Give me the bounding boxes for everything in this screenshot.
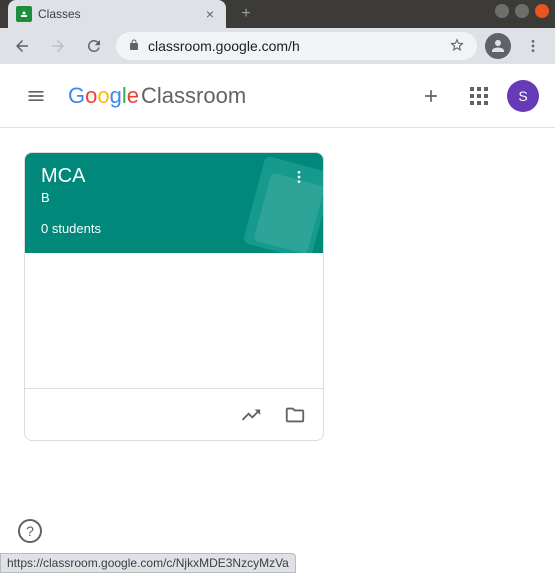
- close-tab-icon[interactable]: ×: [202, 6, 218, 22]
- browser-titlebar: Classes × +: [0, 0, 555, 28]
- help-button[interactable]: ?: [18, 519, 42, 543]
- folder-button[interactable]: [275, 395, 315, 435]
- tab-title: Classes: [38, 7, 196, 21]
- bookmark-star-icon[interactable]: [449, 37, 465, 56]
- card-more-button[interactable]: [283, 161, 315, 193]
- browser-toolbar: classroom.google.com/h: [0, 28, 555, 64]
- google-classroom-logo[interactable]: Google Classroom: [68, 83, 246, 109]
- page-content: Google Classroom S: [0, 64, 555, 573]
- main-menu-button[interactable]: [16, 76, 56, 116]
- card-header[interactable]: MCA B 0 students: [25, 153, 323, 253]
- address-bar[interactable]: classroom.google.com/h: [116, 32, 477, 60]
- maximize-button[interactable]: [515, 4, 529, 18]
- close-window-button[interactable]: [535, 4, 549, 18]
- browser-tab[interactable]: Classes ×: [8, 0, 226, 28]
- create-join-button[interactable]: [411, 76, 451, 116]
- apps-grid-icon: [470, 87, 488, 105]
- class-students-count: 0 students: [41, 221, 307, 236]
- minimize-button[interactable]: [495, 4, 509, 18]
- chrome-profile-button[interactable]: [485, 33, 511, 59]
- google-apps-button[interactable]: [459, 76, 499, 116]
- class-title: MCA: [41, 165, 307, 188]
- forward-button[interactable]: [44, 32, 72, 60]
- class-card[interactable]: MCA B 0 students: [24, 152, 324, 441]
- classroom-header: Google Classroom S: [0, 64, 555, 128]
- class-section: B: [41, 190, 307, 205]
- back-button[interactable]: [8, 32, 36, 60]
- lock-icon: [128, 38, 140, 55]
- url-text: classroom.google.com/h: [148, 38, 300, 54]
- account-avatar[interactable]: S: [507, 80, 539, 112]
- window-controls: [495, 4, 549, 18]
- link-status-bar: https://classroom.google.com/c/NjkxMDE3N…: [0, 553, 296, 573]
- card-body: [25, 253, 323, 388]
- gradebook-button[interactable]: [231, 395, 271, 435]
- new-tab-button[interactable]: +: [234, 2, 258, 26]
- classroom-favicon: [16, 6, 32, 22]
- class-grid: MCA B 0 students: [0, 128, 555, 465]
- reload-button[interactable]: [80, 32, 108, 60]
- chrome-menu-button[interactable]: [519, 32, 547, 60]
- card-footer: [25, 388, 323, 440]
